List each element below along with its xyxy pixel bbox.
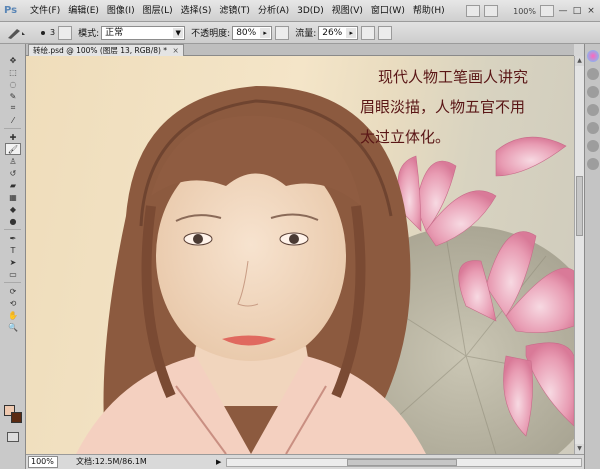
- zoom-tool-icon[interactable]: 🔍: [5, 321, 21, 333]
- history-brush-tool-icon[interactable]: ↺: [5, 167, 21, 179]
- type-tool-icon[interactable]: T: [5, 244, 21, 256]
- opacity-pressure-icon[interactable]: [275, 25, 290, 40]
- airbrush-icon[interactable]: [361, 25, 376, 40]
- paths-panel-icon[interactable]: [587, 158, 599, 170]
- opacity-field[interactable]: 80% ▸: [232, 25, 273, 40]
- mode-select[interactable]: 正常 ▼: [101, 25, 186, 40]
- menu-analysis[interactable]: 分析(A): [254, 0, 293, 22]
- canvas-caption-text: 现代人物工笔画人讲究 眉眼淡描，人物五官不用 太过立体化。: [360, 62, 528, 152]
- document-canvas[interactable]: 现代人物工笔画人讲究 眉眼淡描，人物五官不用 太过立体化。: [26, 56, 574, 454]
- horizontal-scroll-thumb[interactable]: [347, 459, 457, 466]
- zoom-field[interactable]: 100%: [28, 456, 58, 468]
- tool-divider: [4, 229, 21, 230]
- caption-line-1: 现代人物工笔画人讲究: [378, 68, 529, 86]
- chevron-down-icon: ▼: [173, 27, 184, 38]
- document-tab[interactable]: 转绘.psd @ 100% (图层 13, RGB/8) * ×: [28, 44, 184, 56]
- 3d-rotate-tool-icon[interactable]: ⟳: [5, 285, 21, 297]
- hand-tool-icon[interactable]: ✋: [5, 309, 21, 321]
- tool-divider: [4, 282, 21, 283]
- size-pressure-icon[interactable]: [378, 25, 393, 40]
- menu-view[interactable]: 视图(V): [328, 0, 367, 22]
- masks-panel-icon[interactable]: [587, 104, 599, 116]
- horizontal-scrollbar[interactable]: [226, 458, 582, 467]
- panel-dock: [584, 44, 600, 469]
- quick-select-tool-icon[interactable]: ✎: [5, 90, 21, 102]
- bridge-button[interactable]: [466, 5, 480, 17]
- menu-image[interactable]: 图像(I): [103, 0, 139, 22]
- layers-panel-icon[interactable]: [587, 122, 599, 134]
- healing-brush-tool-icon[interactable]: ✚: [5, 131, 21, 143]
- caption-line-3: 太过立体化。: [360, 128, 451, 146]
- menu-layer[interactable]: 图层(L): [139, 0, 177, 22]
- eraser-tool-icon[interactable]: ▰: [5, 179, 21, 191]
- document-title: 转绘.psd @ 100% (图层 13, RGB/8) *: [33, 46, 168, 55]
- crop-tool-icon[interactable]: ⌗: [5, 102, 21, 114]
- chevron-down-icon: ▸: [260, 27, 271, 38]
- mini-bridge-button[interactable]: [484, 5, 498, 17]
- tools-panel: ✥ ⬚ ◌ ✎ ⌗ ⁄ ✚ 🖌 ♙ ↺ ▰ ▦ ◆ ● ✒ T ➤ ▭ ⟳ ⟲ …: [0, 44, 26, 469]
- scroll-down-icon[interactable]: ▼: [575, 444, 584, 454]
- status-bar: 100% 文档:12.5M/86.1M ▶: [26, 454, 584, 469]
- menu-window[interactable]: 窗口(W): [367, 0, 409, 22]
- color-panel-icon[interactable]: [587, 50, 599, 62]
- dodge-tool-icon[interactable]: ●: [5, 215, 21, 227]
- opacity-value: 80%: [236, 27, 257, 38]
- lasso-tool-icon[interactable]: ◌: [5, 78, 21, 90]
- status-menu-arrow-icon[interactable]: ▶: [216, 455, 221, 469]
- screen-mode-button[interactable]: [540, 5, 554, 17]
- adjustments-panel-icon[interactable]: [587, 86, 599, 98]
- channels-panel-icon[interactable]: [587, 140, 599, 152]
- options-bar: 3 模式: 正常 ▼ 不透明度: 80% ▸ 流量: 26% ▸: [0, 22, 600, 44]
- caption-line-2: 眉眼淡描，人物五官不用: [360, 98, 526, 116]
- shape-tool-icon[interactable]: ▭: [5, 268, 21, 280]
- tool-preset-picker[interactable]: [2, 24, 30, 42]
- brush-picker[interactable]: 3: [38, 28, 55, 38]
- menu-edit[interactable]: 编辑(E): [64, 0, 103, 22]
- chevron-down-icon: ▸: [346, 27, 357, 38]
- scroll-up-icon[interactable]: ▲: [575, 56, 584, 66]
- close-icon[interactable]: ×: [586, 6, 596, 16]
- app-zoom-level[interactable]: 100%: [502, 7, 536, 16]
- mode-label: 模式:: [78, 29, 100, 39]
- flow-value: 26%: [322, 27, 343, 38]
- quick-mask-icon[interactable]: [7, 432, 19, 442]
- menu-help[interactable]: 帮助(H): [409, 0, 449, 22]
- opacity-label: 不透明度:: [191, 29, 231, 39]
- close-icon[interactable]: ×: [172, 46, 178, 55]
- vertical-scrollbar[interactable]: ▲ ▼: [574, 56, 584, 454]
- maximize-icon[interactable]: □: [572, 6, 582, 16]
- brush-size: 3: [50, 28, 56, 37]
- menu-filter[interactable]: 滤镜(T): [215, 0, 254, 22]
- menubar-right-controls: 100% — □ ×: [466, 0, 600, 22]
- marquee-tool-icon[interactable]: ⬚: [5, 66, 21, 78]
- menu-3d[interactable]: 3D(D): [293, 0, 328, 22]
- brush-dot-icon: [41, 30, 45, 35]
- menu-select[interactable]: 选择(S): [177, 0, 216, 22]
- clone-stamp-tool-icon[interactable]: ♙: [5, 155, 21, 167]
- move-tool-icon[interactable]: ✥: [5, 54, 21, 66]
- 3d-orbit-tool-icon[interactable]: ⟲: [5, 297, 21, 309]
- brush-tool-icon: [8, 28, 25, 39]
- gradient-tool-icon[interactable]: ▦: [5, 191, 21, 203]
- brush-panel-toggle-icon[interactable]: [58, 25, 73, 40]
- minimize-icon[interactable]: —: [558, 6, 568, 16]
- document-tab-bar: 转绘.psd @ 100% (图层 13, RGB/8) * ×: [26, 44, 574, 56]
- tool-divider: [4, 128, 21, 129]
- document-size[interactable]: 文档:12.5M/86.1M: [76, 455, 147, 469]
- flow-field[interactable]: 26% ▸: [318, 25, 359, 40]
- mode-value: 正常: [105, 27, 124, 38]
- brush-tool-icon[interactable]: 🖌: [5, 143, 21, 155]
- swatches-panel-icon[interactable]: [587, 68, 599, 80]
- eyedropper-tool-icon[interactable]: ⁄: [5, 114, 21, 126]
- pen-tool-icon[interactable]: ✒: [5, 232, 21, 244]
- photoshop-logo: Ps: [4, 4, 18, 16]
- menu-bar: Ps 文件(F) 编辑(E) 图像(I) 图层(L) 选择(S) 滤镜(T) 分…: [0, 0, 600, 22]
- background-color-swatch[interactable]: [11, 412, 22, 423]
- flow-label: 流量:: [295, 29, 317, 39]
- blur-tool-icon[interactable]: ◆: [5, 203, 21, 215]
- menu-file[interactable]: 文件(F): [26, 0, 64, 22]
- path-select-tool-icon[interactable]: ➤: [5, 256, 21, 268]
- vertical-scroll-thumb[interactable]: [576, 176, 583, 236]
